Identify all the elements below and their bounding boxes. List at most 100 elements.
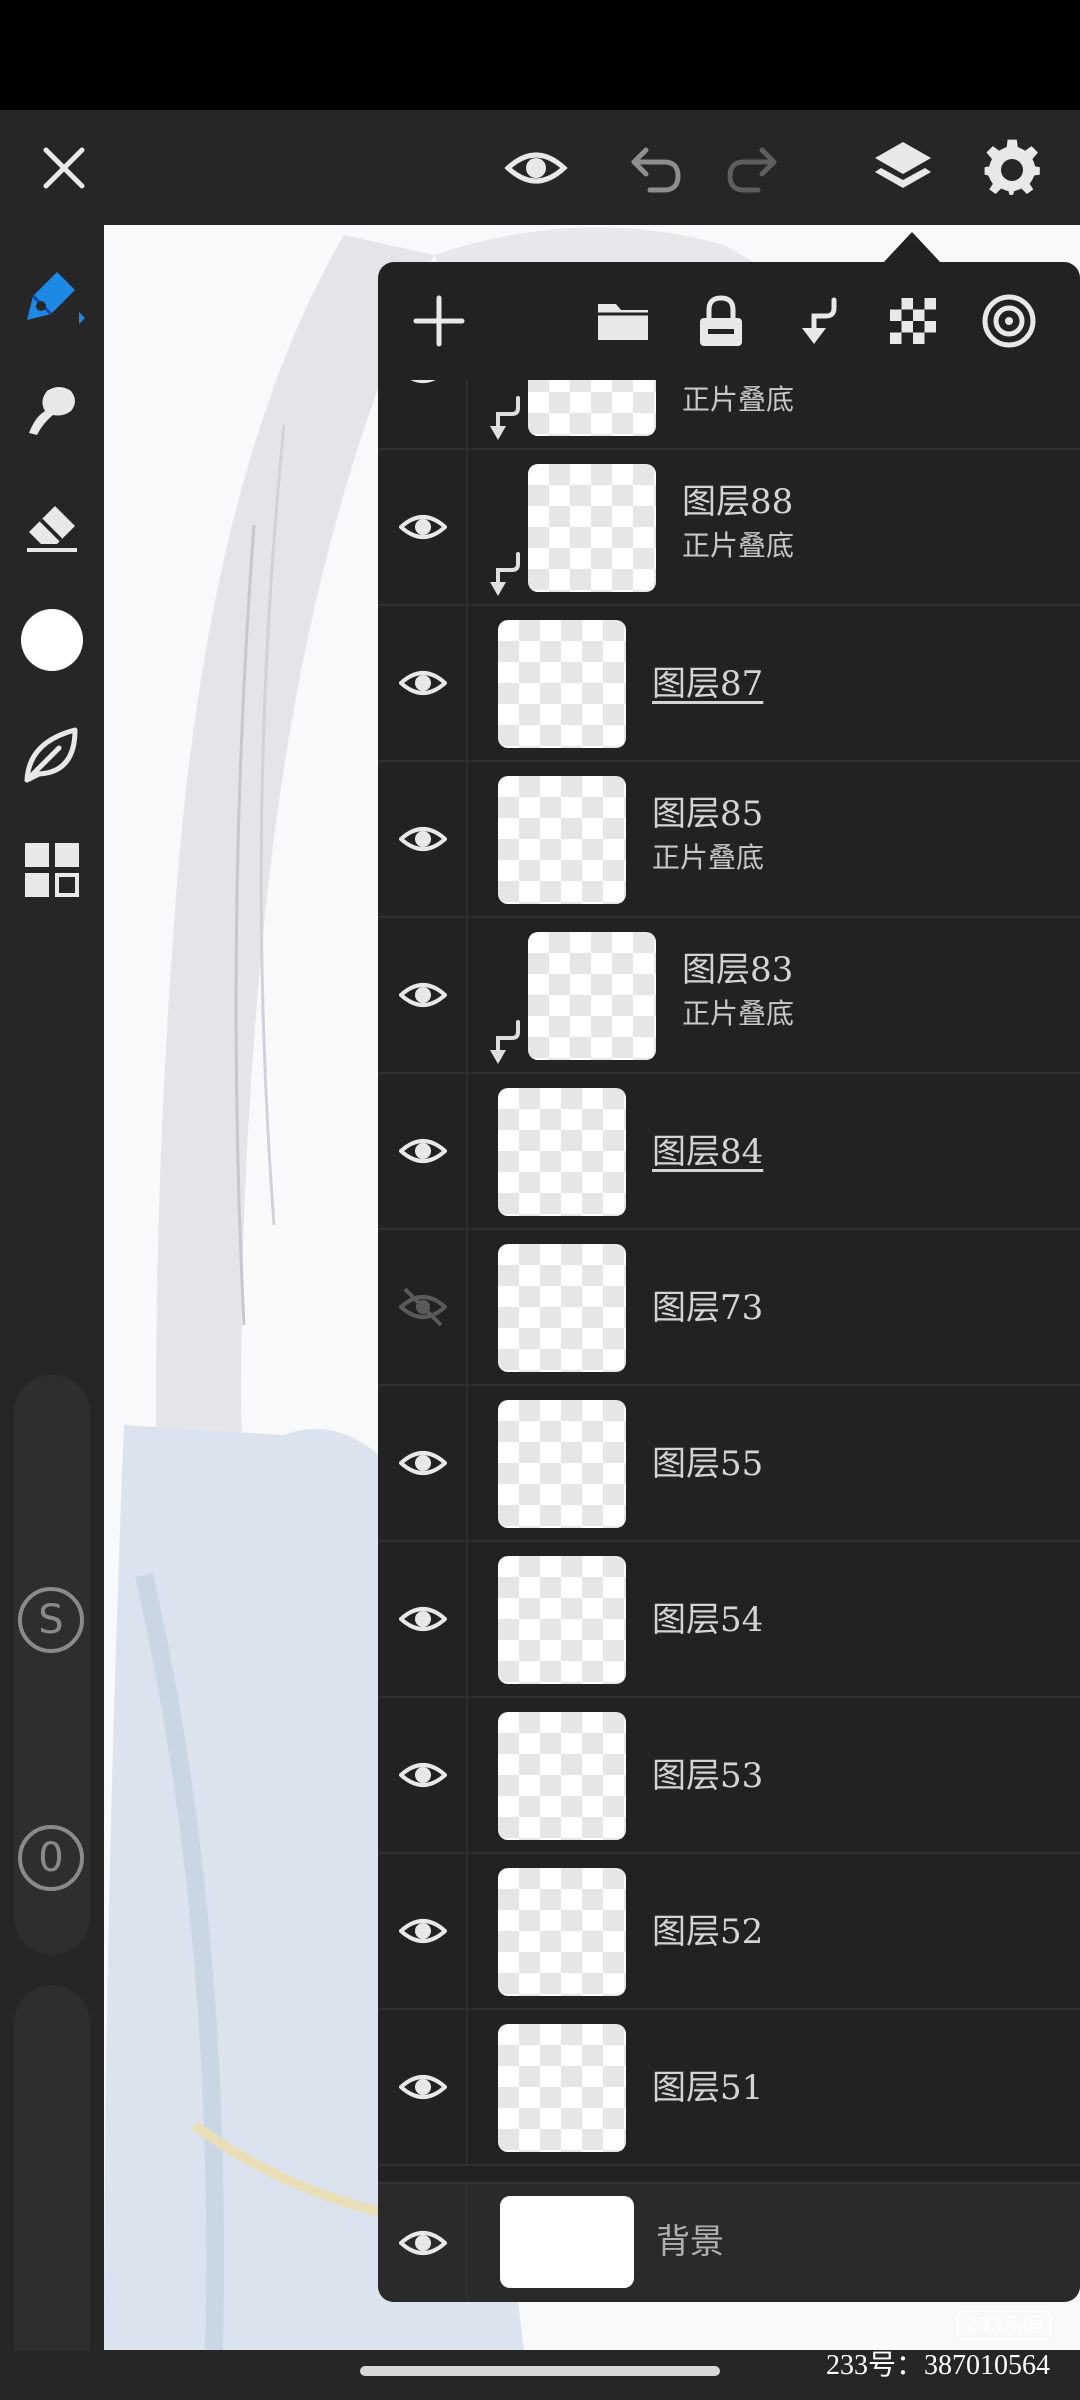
eye-column-divider	[466, 1074, 468, 1228]
layer-thumbnail	[498, 1400, 626, 1528]
layer-thumbnail	[528, 380, 656, 436]
layer-row[interactable]: 图层73	[378, 1230, 1080, 1386]
layer-thumbnail	[498, 1244, 626, 1372]
layer-blend-mode: 正片叠底	[652, 841, 765, 874]
eye-column-divider	[466, 1386, 468, 1540]
layer-thumbnail	[498, 620, 626, 748]
status-bar	[0, 0, 1080, 110]
watermark-id: 233号：387010564	[825, 2350, 1050, 2381]
layer-name: 图层53	[652, 1756, 764, 1796]
clipping-arrow-icon	[486, 394, 526, 444]
layer-name: 图层52	[652, 1912, 764, 1952]
layer-row[interactable]: 图层52	[378, 1854, 1080, 2010]
layer-name: 图层84	[652, 1132, 764, 1172]
eye-icon[interactable]	[486, 110, 586, 225]
layers-icon[interactable]	[853, 110, 953, 225]
layer-name: 图层85	[652, 794, 764, 834]
layer-thumbnail	[528, 932, 656, 1060]
layer-name: 图层51	[652, 2068, 764, 2108]
opacity-knob[interactable]: 0	[18, 1825, 84, 1891]
layer-name: 图层83	[682, 950, 794, 990]
color-swatch[interactable]	[0, 590, 104, 690]
layer-thumbnail	[498, 1556, 626, 1684]
eye-icon[interactable]	[378, 1542, 468, 1696]
layer-name: 图层55	[652, 1444, 764, 1484]
eye-icon[interactable]	[378, 918, 468, 1072]
eye-hidden-icon[interactable]	[378, 1230, 468, 1384]
layer-row[interactable]: 图层54	[378, 1542, 1080, 1698]
eye-column-divider	[466, 1230, 468, 1384]
eye-icon[interactable]	[378, 2184, 468, 2302]
eye-column-divider	[466, 606, 468, 760]
opacity-slider[interactable]	[14, 1985, 90, 2400]
layer-row[interactable]: 图层55	[378, 1386, 1080, 1542]
eye-column-divider	[466, 1542, 468, 1696]
layer-row[interactable]: 图层51	[378, 2010, 1080, 2166]
background-thumbnail	[500, 2196, 634, 2288]
undo-icon[interactable]	[606, 110, 706, 225]
layer-thumbnail	[498, 1088, 626, 1216]
layer-row[interactable]: 图层84	[378, 1074, 1080, 1230]
panel-pointer	[882, 232, 942, 264]
layers-panel-toolbar	[378, 262, 1080, 380]
eraser-icon[interactable]	[0, 475, 104, 575]
layer-name: 图层73	[652, 1288, 764, 1328]
eye-icon[interactable]	[378, 1698, 468, 1852]
eye-icon[interactable]	[378, 1074, 468, 1228]
layer-blend-mode: 正片叠底	[682, 529, 795, 562]
layer-blend-mode: 正片叠底	[682, 383, 795, 416]
layer-thumbnail	[528, 464, 656, 592]
layer-row[interactable]: 图层83 正片叠底	[378, 918, 1080, 1074]
eye-icon[interactable]	[378, 1854, 468, 2008]
layer-thumbnail	[498, 776, 626, 904]
layer-row[interactable]: 正片叠底	[378, 380, 1080, 450]
layer-row[interactable]: 图层85 正片叠底	[378, 762, 1080, 918]
redo-icon[interactable]	[702, 110, 802, 225]
layer-thumbnail	[498, 1712, 626, 1840]
background-layer-name: 背景	[656, 2222, 724, 2262]
home-indicator[interactable]	[360, 2366, 720, 2376]
layer-name: 图层54	[652, 1600, 764, 1640]
eye-icon[interactable]	[378, 2010, 468, 2164]
background-layer-row[interactable]: 背景	[378, 2182, 1080, 2302]
gear-icon[interactable]	[962, 110, 1062, 225]
transparency-grid-icon[interactable]	[878, 286, 948, 356]
smudge-icon[interactable]	[0, 360, 104, 460]
watermark-logo: 233乐园	[957, 2310, 1052, 2340]
layer-row[interactable]: 图层88 正片叠底	[378, 450, 1080, 606]
eye-icon[interactable]	[378, 762, 468, 916]
eye-icon[interactable]	[378, 606, 468, 760]
eye-column-divider	[466, 918, 468, 1072]
eye-column-divider	[466, 380, 468, 448]
eye-icon[interactable]	[378, 1386, 468, 1540]
clipping-arrow-icon	[486, 550, 526, 600]
add-layer-icon[interactable]	[404, 286, 474, 356]
eye-column-divider	[466, 1698, 468, 1852]
layer-name: 图层87	[652, 664, 764, 704]
layer-blend-mode: 正片叠底	[682, 997, 795, 1030]
clip-arrow-icon[interactable]	[782, 286, 852, 356]
target-icon[interactable]	[974, 286, 1044, 356]
layer-thumbnail	[498, 2024, 626, 2152]
lock-icon[interactable]	[686, 286, 756, 356]
eye-column-divider	[466, 1854, 468, 2008]
leaf-brush-icon[interactable]	[0, 705, 104, 805]
brush-size-knob[interactable]: S	[18, 1587, 84, 1653]
layer-name: 图层88	[682, 482, 794, 522]
close-icon[interactable]	[14, 110, 114, 225]
eye-column-divider	[466, 2184, 468, 2302]
folder-icon[interactable]	[588, 286, 658, 356]
grid-icon[interactable]	[0, 820, 104, 920]
eye-column-divider	[466, 2010, 468, 2164]
eye-column-divider	[466, 762, 468, 916]
eye-column-divider	[466, 450, 468, 604]
clipping-arrow-icon	[486, 1018, 526, 1068]
layer-row[interactable]: 图层87	[378, 606, 1080, 762]
pen-tool-icon[interactable]	[0, 245, 104, 345]
layers-panel: 正片叠底 图层88 正片叠底 图层87 图层85 正片叠底 图层83 正片叠底 图层84 图层73…	[378, 262, 1080, 2302]
layer-thumbnail	[498, 1868, 626, 1996]
eye-icon[interactable]	[378, 380, 468, 448]
eye-icon[interactable]	[378, 450, 468, 604]
layer-row[interactable]: 图层53	[378, 1698, 1080, 1854]
layer-list[interactable]: 正片叠底 图层88 正片叠底 图层87 图层85 正片叠底 图层83 正片叠底 图层84 图层73…	[378, 380, 1080, 2182]
